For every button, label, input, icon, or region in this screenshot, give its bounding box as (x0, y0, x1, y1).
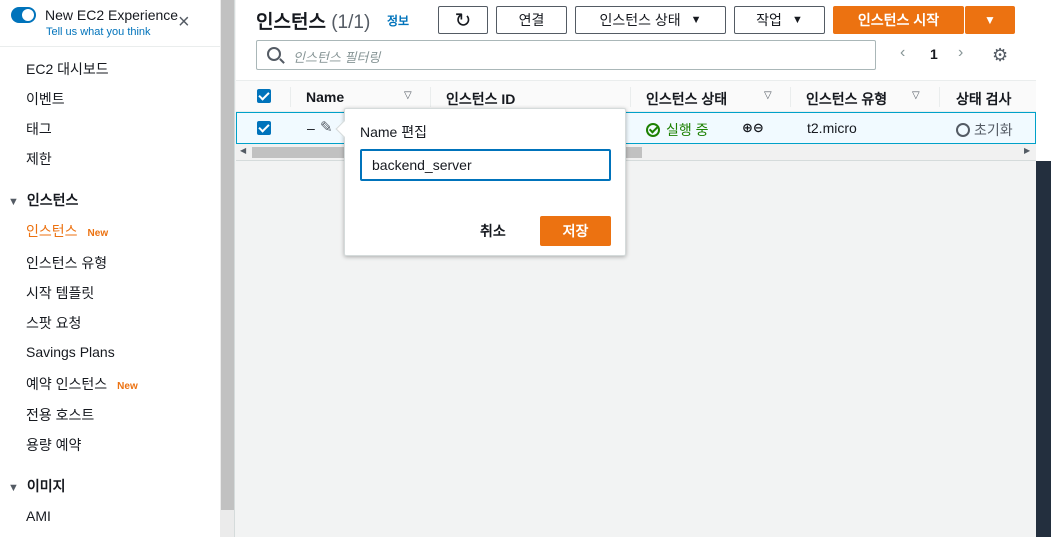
save-button[interactable]: 저장 (540, 216, 611, 246)
sidebar-item-ami[interactable]: AMI (26, 508, 51, 524)
instance-state-button[interactable]: 인스턴스 상태 ▼ (575, 6, 726, 34)
search-icon (267, 47, 281, 61)
sidebar-section-images[interactable]: ▼ 이미지 (8, 476, 66, 496)
status-check: 초기화 (956, 120, 1013, 140)
instance-type: t2.micro (807, 120, 857, 136)
column-divider (790, 87, 791, 107)
sidebar: New EC2 Experience Tell us what you thin… (0, 0, 220, 537)
sidebar-item-capacity-reservations[interactable]: 용량 예약 (26, 435, 81, 455)
edit-name-label: Name 편집 (360, 124, 427, 140)
caret-down-icon: ▼ (8, 196, 19, 208)
sidebar-item-label: 인스턴스 (26, 223, 78, 239)
sidebar-item-reserved-instances[interactable]: 예약 인스턴스 New (26, 374, 138, 394)
selected-count: (1/1) (331, 12, 371, 33)
sidebar-item-instance-types[interactable]: 인스턴스 유형 (26, 253, 107, 273)
column-header-instance-type[interactable]: 인스턴스 유형 (806, 89, 887, 109)
select-all-checkbox[interactable] (257, 89, 271, 103)
page-title: 인스턴스 (1/1) (256, 7, 370, 34)
instances-header: 인스턴스 (1/1) 정보 ↻ 연결 인스턴스 상태 ▼ 작업 ▼ 인스턴스 시작 … (236, 0, 1036, 80)
clock-icon (956, 123, 970, 137)
column-divider (290, 87, 291, 107)
new-badge: New (87, 228, 109, 239)
page-number[interactable]: 1 (930, 46, 938, 62)
sidebar-section-instances[interactable]: ▼ 인스턴스 (8, 190, 78, 210)
dropdown-icon: ▼ (984, 13, 996, 27)
dropdown-icon: ▼ (791, 14, 803, 26)
column-divider (939, 87, 940, 107)
instance-state: 실행 중 (646, 120, 709, 140)
sidebar-item-label: 예약 인스턴스 (26, 376, 108, 392)
row-checkbox[interactable] (257, 121, 271, 135)
refresh-button[interactable]: ↻ (438, 6, 488, 34)
name-input[interactable] (360, 149, 611, 181)
edit-icon[interactable]: ✎ (320, 118, 333, 136)
column-header-name[interactable]: Name (306, 89, 344, 105)
page-title-text: 인스턴스 (256, 12, 326, 33)
status-check-text: 초기화 (974, 122, 1013, 138)
section-label: 이미지 (26, 478, 66, 494)
cancel-button[interactable]: 취소 (480, 221, 506, 241)
sidebar-item-dedicated-hosts[interactable]: 전용 호스트 (26, 405, 94, 425)
right-dark-edge (1036, 161, 1051, 537)
column-header-status-check[interactable]: 상태 검사 (956, 89, 1011, 109)
edit-name-popover: Name 편집 취소 저장 (335, 108, 626, 256)
sort-icon[interactable]: ▽ (404, 90, 412, 101)
instance-state-label: 인스턴스 상태 (599, 12, 681, 28)
actions-label: 작업 (756, 12, 782, 28)
new-experience-title: New EC2 Experience (45, 7, 179, 23)
feedback-link[interactable]: Tell us what you think (46, 26, 151, 38)
sidebar-item-tags[interactable]: 태그 (26, 119, 52, 139)
next-page-icon[interactable]: › (958, 44, 963, 62)
new-experience-toggle[interactable] (11, 7, 36, 23)
connect-button[interactable]: 연결 (496, 6, 567, 34)
sidebar-item-dashboard[interactable]: EC2 대시보드 (26, 59, 109, 79)
scroll-right-icon[interactable]: ▶ (1024, 146, 1030, 155)
column-header-instance-id[interactable]: 인스턴스 ID (446, 89, 515, 109)
search-placeholder: 인스턴스 필터링 (293, 50, 381, 65)
sidebar-item-spot-requests[interactable]: 스팟 요청 (26, 313, 81, 333)
scroll-left-icon[interactable]: ◀ (240, 146, 246, 155)
dropdown-icon: ▼ (690, 14, 702, 26)
sidebar-item-instances[interactable]: 인스턴스 New (26, 221, 108, 241)
actions-button[interactable]: 작업 ▼ (734, 6, 825, 34)
caret-down-icon: ▼ (8, 482, 19, 494)
sidebar-item-savings-plans[interactable]: Savings Plans (26, 344, 115, 360)
prev-page-icon[interactable]: ‹ (900, 44, 905, 62)
sort-icon[interactable]: ▽ (912, 90, 920, 101)
sidebar-item-launch-templates[interactable]: 시작 템플릿 (26, 283, 94, 303)
launch-instances-button[interactable]: 인스턴스 시작 (833, 6, 964, 34)
refresh-icon: ↻ (454, 9, 472, 32)
sidebar-scrollbar[interactable] (220, 0, 235, 537)
new-badge: New (117, 381, 138, 392)
column-divider (630, 87, 631, 107)
column-header-instance-state[interactable]: 인스턴스 상태 (646, 89, 727, 109)
column-divider (430, 87, 431, 107)
instance-name: – (307, 120, 315, 136)
sidebar-item-limits[interactable]: 제한 (26, 149, 52, 169)
info-link[interactable]: 정보 (387, 12, 409, 29)
sidebar-item-events[interactable]: 이벤트 (26, 89, 65, 109)
gear-icon[interactable]: ⚙ (992, 45, 1008, 66)
sidebar-scroll-thumb[interactable] (221, 0, 234, 510)
zoom-icon[interactable]: ⊕⊖ (742, 120, 764, 136)
launch-dropdown-button[interactable]: ▼ (965, 6, 1015, 34)
section-label: 인스턴스 (26, 192, 79, 208)
instance-state-text: 실행 중 (666, 122, 709, 138)
check-circle-icon (646, 123, 660, 137)
filter-instances-input[interactable]: 인스턴스 필터링 (256, 40, 876, 70)
close-icon[interactable]: × (178, 12, 190, 32)
new-experience-bar: New EC2 Experience Tell us what you thin… (0, 0, 220, 47)
sort-icon[interactable]: ▽ (764, 90, 772, 101)
